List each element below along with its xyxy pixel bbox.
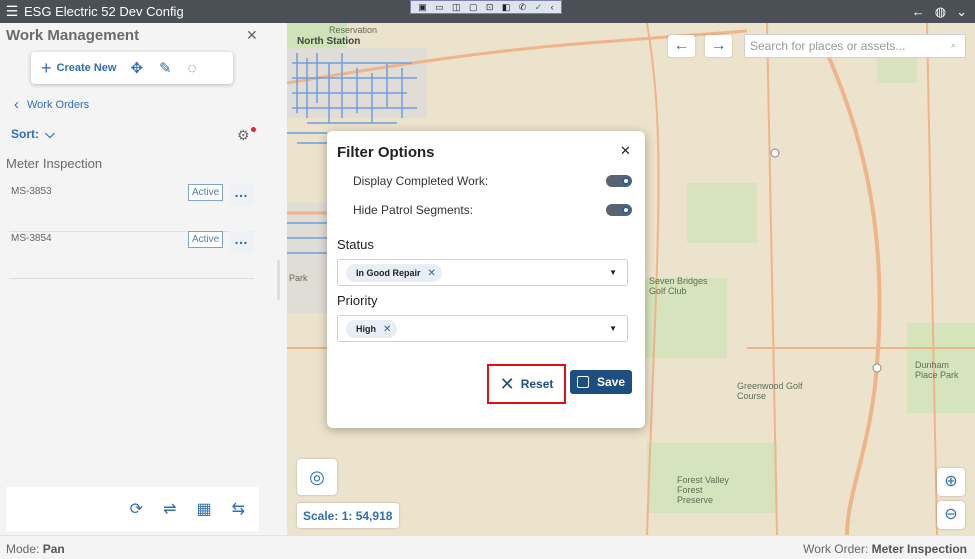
map-label-park: Park — [289, 273, 308, 283]
mode-indicator: Mode: Pan — [6, 542, 65, 556]
toggle-knob — [622, 206, 630, 214]
back-arrow-icon[interactable]: ← — [912, 4, 925, 19]
save-button[interactable]: Save — [570, 370, 632, 394]
list-item[interactable]: MS-3854 Active … — [9, 231, 254, 279]
toolbar-icon-5[interactable]: ⊡ — [486, 1, 494, 13]
toolbar-icon-6[interactable]: ◧ — [502, 1, 511, 13]
toggle-label-completed: Display Completed Work: — [353, 174, 489, 188]
lasso-icon[interactable]: ◌ — [188, 60, 197, 77]
map-label-forest-valley: Forest Valley Forest Preserve — [677, 475, 729, 505]
mode-label: Mode: — [6, 542, 40, 556]
map-label-north-station: North Station — [297, 36, 361, 47]
close-icon[interactable]: ✕ — [620, 143, 631, 159]
mode-value: Pan — [42, 542, 65, 556]
list-item[interactable]: MS-3853 Active … — [9, 184, 254, 232]
status-select[interactable]: In Good Repair ✕ ▼ — [337, 259, 628, 286]
map-label-reservation: Reservation — [329, 25, 378, 35]
status-badge: Active — [188, 184, 224, 201]
map-label-dunham: Dunham Place Park — [915, 360, 959, 380]
work-order-label: Work Order: — [803, 542, 869, 556]
status-label: Status — [337, 237, 374, 252]
chevron-left-icon: ‹ — [14, 96, 19, 113]
remove-chip-icon[interactable]: ✕ — [383, 324, 391, 335]
title-bar-actions: ← ◍ ⌄ — [912, 0, 967, 23]
priority-select[interactable]: High ✕ ▼ — [337, 315, 628, 342]
dropdown-caret-icon[interactable]: ▼ — [609, 268, 617, 277]
check-icon[interactable]: ✓ — [535, 1, 543, 13]
transfer-icon[interactable]: ⇆ — [232, 499, 245, 519]
save-icon — [576, 376, 589, 388]
x-icon: ✕ — [499, 373, 515, 394]
create-new-button[interactable]: Create New — [57, 62, 117, 74]
calendar-icon[interactable]: ▦ — [196, 499, 211, 519]
scale-label: Scale: — [303, 508, 339, 523]
toolbar-icon-1[interactable]: ▣ — [418, 1, 427, 13]
edit-icon[interactable]: ✎ — [159, 59, 172, 77]
toolbar-icon-7[interactable]: ✆ — [519, 1, 527, 13]
status-badge: Active — [188, 231, 224, 248]
remote-toolbar: ▣ ▭ ◫ ▢ ⊡ ◧ ✆ ✓ ‹ — [410, 0, 562, 14]
priority-chip: High ✕ — [346, 320, 398, 338]
locate-button[interactable]: ◎ — [297, 459, 337, 495]
hide-patrol-toggle[interactable] — [606, 204, 632, 216]
toolbar-icon-4[interactable]: ▢ — [469, 1, 478, 13]
scale-value: 1: 54,918 — [341, 508, 393, 523]
map-label-greenwood: Greenwood Golf Course — [737, 381, 803, 401]
status-chip: In Good Repair ✕ — [346, 264, 442, 282]
sort-control[interactable]: Sort: ⌵ — [11, 126, 55, 142]
move-icon[interactable]: ✥ — [130, 59, 143, 77]
sort-label: Sort: — [11, 127, 39, 141]
map-label-seven-bridges: Seven Bridges Golf Club — [649, 276, 708, 296]
work-toolbar: + Create New ✥ ✎ ◌ — [31, 52, 233, 84]
more-options-icon[interactable]: … — [229, 231, 253, 253]
bottom-toolbar: ⟳ ⇌ ▦ ⇆ — [6, 487, 259, 531]
reset-button[interactable]: ✕ Reset — [487, 364, 566, 404]
close-icon[interactable]: ✕ — [246, 27, 258, 44]
work-management-panel: Work Management ✕ + Create New ✥ ✎ ◌ ‹ W… — [0, 23, 287, 535]
work-order-id: MS-3854 — [11, 233, 52, 244]
globe-icon[interactable]: ◍ — [935, 4, 946, 20]
dropdown-caret-icon[interactable]: ▼ — [609, 324, 617, 333]
remove-chip-icon[interactable]: ✕ — [428, 268, 436, 279]
work-order-id: MS-3853 — [11, 186, 52, 197]
chip-label: High — [356, 324, 376, 334]
toolbar-icon-2[interactable]: ▭ — [435, 1, 444, 13]
route-icon[interactable]: ⇌ — [163, 499, 176, 519]
work-order-value: Meter Inspection — [871, 542, 967, 556]
panel-resize-handle[interactable] — [277, 260, 280, 300]
breadcrumb[interactable]: ‹ Work Orders — [14, 96, 89, 113]
breadcrumb-label: Work Orders — [27, 98, 90, 111]
status-bar: Mode: Pan Work Order: Meter Inspection — [0, 535, 975, 559]
search-input[interactable] — [744, 34, 966, 58]
reset-label: Reset — [520, 377, 554, 391]
map-back-button[interactable]: ← — [668, 35, 695, 57]
hamburger-icon[interactable]: ☰ — [0, 3, 24, 20]
toggle-knob — [622, 177, 630, 185]
toggle-label-patrol: Hide Patrol Segments: — [353, 203, 474, 217]
plus-icon[interactable]: + — [41, 58, 52, 79]
priority-label: Priority — [337, 293, 378, 308]
display-completed-toggle[interactable] — [606, 175, 632, 187]
panel-title: Work Management — [6, 27, 140, 44]
filter-settings-icon[interactable]: ⚙ — [234, 125, 258, 145]
refresh-icon[interactable]: ⟳ — [130, 499, 143, 519]
filter-options-dialog: Filter Options ✕ Display Completed Work:… — [327, 131, 645, 428]
more-options-icon[interactable]: … — [229, 184, 253, 206]
app-title: ESG Electric 52 Dev Config — [24, 4, 184, 19]
map-forward-button[interactable]: → — [705, 35, 732, 57]
scale-indicator: Scale: 1: 54,918 — [297, 503, 399, 528]
save-label: Save — [596, 375, 626, 389]
work-order-indicator: Work Order: Meter Inspection — [803, 542, 967, 556]
toolbar-icon-3[interactable]: ◫ — [452, 1, 461, 13]
chip-label: In Good Repair — [356, 268, 421, 278]
zoom-in-button[interactable]: ⊕ — [937, 468, 965, 496]
collapse-icon[interactable]: ‹ — [551, 1, 554, 13]
chevron-down-icon[interactable]: ⌄ — [956, 4, 967, 20]
filter-active-indicator — [251, 127, 256, 132]
zoom-out-button[interactable]: ⊖ — [937, 501, 965, 529]
chevron-down-icon: ⌵ — [45, 126, 55, 141]
search-icon[interactable]: ⌕ — [951, 40, 956, 51]
dialog-title: Filter Options — [337, 144, 435, 161]
section-title: Meter Inspection — [6, 156, 103, 171]
